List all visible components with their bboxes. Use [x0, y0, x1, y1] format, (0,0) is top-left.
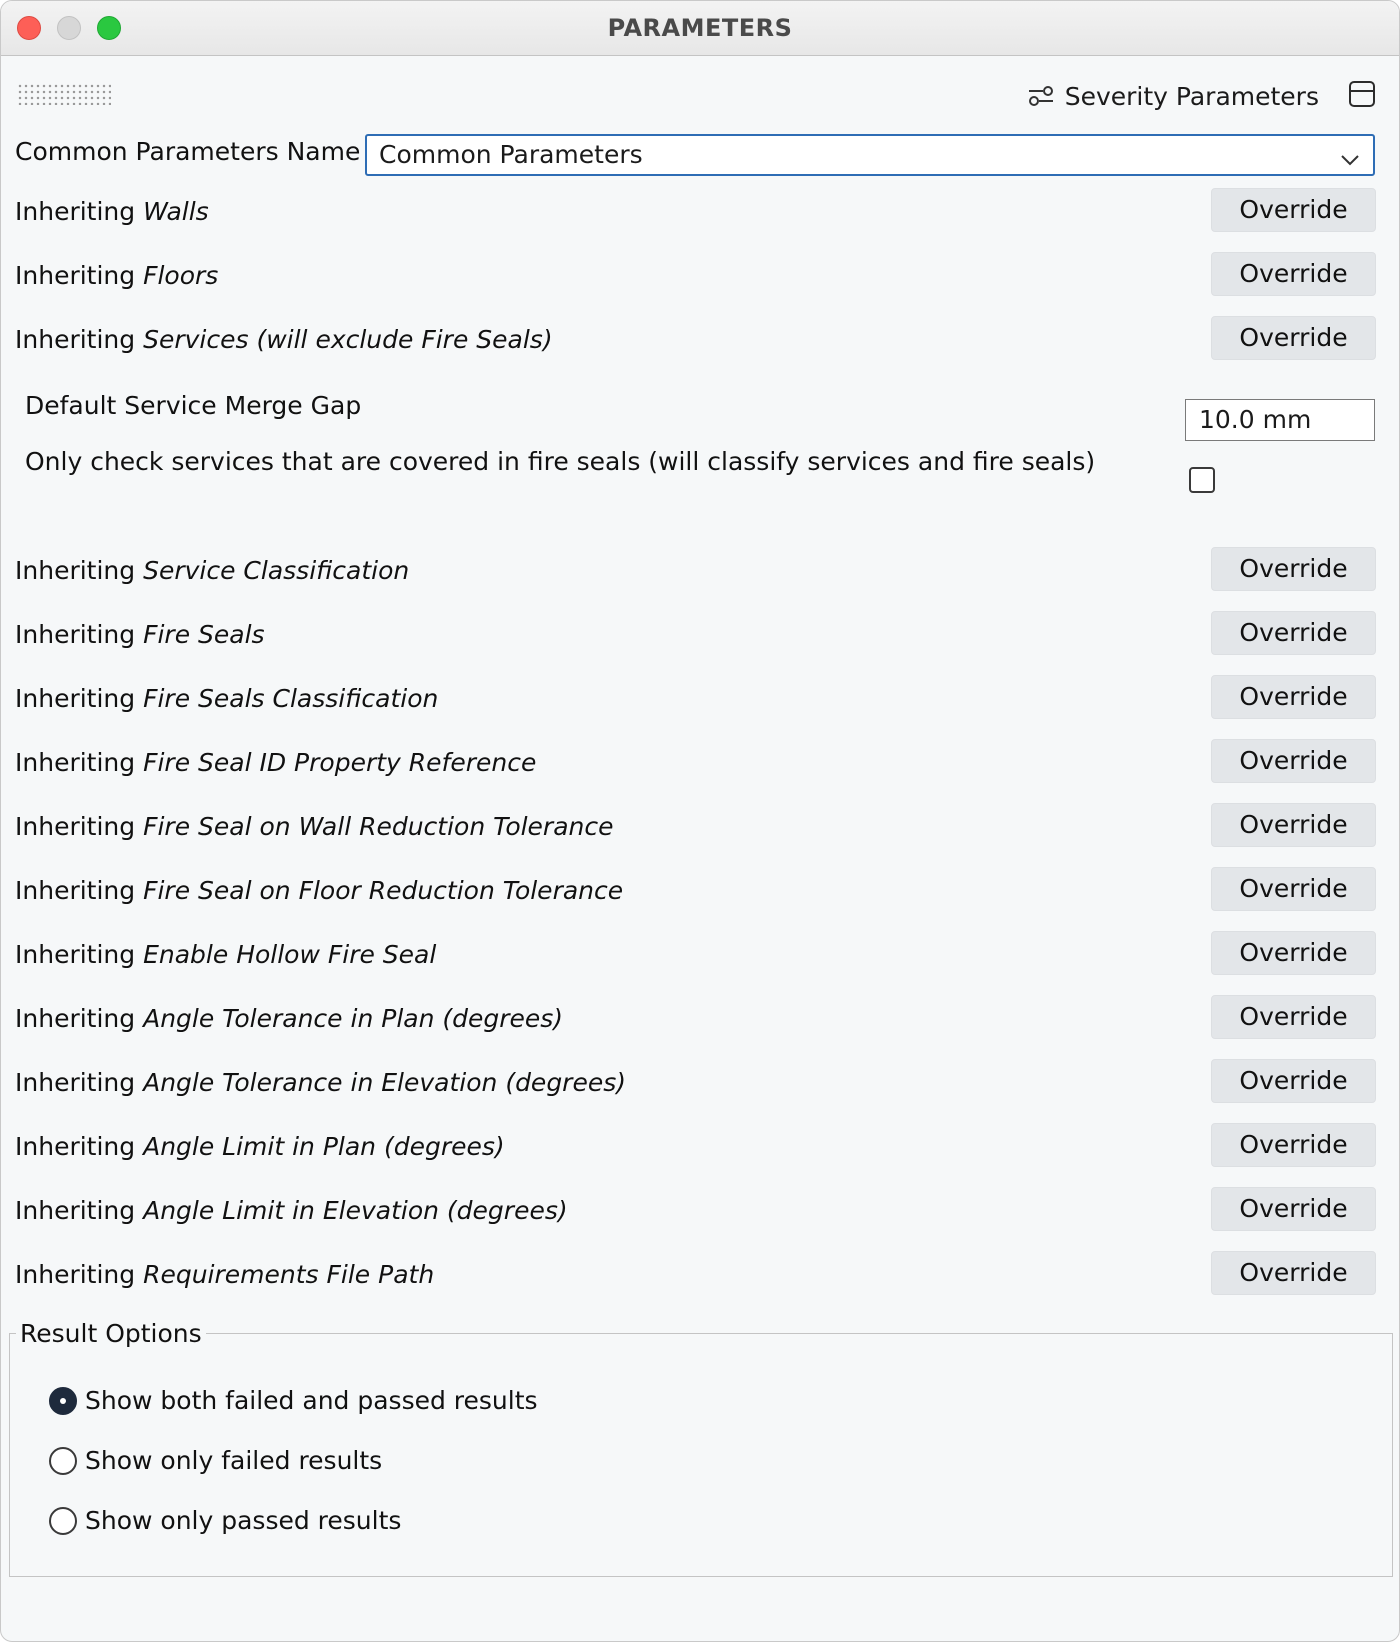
override-fire-seals-classification-button[interactable]: Override: [1211, 675, 1376, 719]
result-option-label: Show only failed results: [85, 1446, 383, 1475]
inherited-parameter-name: Angle Tolerance in Elevation (degrees): [143, 1068, 627, 1097]
inheriting-fire-seal-id-property-reference-label: Inheriting Fire Seal ID Property Referen…: [15, 748, 536, 777]
inheriting-prefix: Inheriting: [15, 1260, 136, 1289]
only-check-services-label: Only check services that are covered in …: [25, 447, 1096, 476]
override-angle-limit-in-elevation-degrees-button[interactable]: Override: [1211, 1187, 1376, 1231]
inheriting-prefix: Inheriting: [15, 748, 136, 777]
inherited-parameter-name: Fire Seal on Wall Reduction Tolerance: [143, 812, 614, 841]
common-parameters-selected: Common Parameters: [379, 140, 643, 169]
inheriting-prefix: Inheriting: [15, 556, 136, 585]
inheriting-prefix: Inheriting: [15, 620, 136, 649]
inheriting-angle-tolerance-in-plan-degrees-label: Inheriting Angle Tolerance in Plan (degr…: [15, 1004, 563, 1033]
inheriting-prefix: Inheriting: [15, 1196, 136, 1225]
inheriting-prefix: Inheriting: [15, 812, 136, 841]
override-angle-tolerance-in-elevation-degrees-button[interactable]: Override: [1211, 1059, 1376, 1103]
inheriting-fire-seal-on-wall-reduction-tolerance-label: Inheriting Fire Seal on Wall Reduction T…: [15, 812, 614, 841]
inheriting-angle-limit-in-plan-degrees-label: Inheriting Angle Limit in Plan (degrees): [15, 1132, 505, 1161]
inheriting-angle-tolerance-in-elevation-degrees-label: Inheriting Angle Tolerance in Elevation …: [15, 1068, 626, 1097]
inheriting-prefix: Inheriting: [15, 1132, 136, 1161]
title-bar: PARAMETERS: [1, 1, 1399, 56]
inheriting-prefix: Inheriting: [15, 1068, 136, 1097]
inheriting-prefix: Inheriting: [15, 197, 136, 226]
result-option-label: Show both failed and passed results: [85, 1386, 538, 1415]
panel-toggle-icon[interactable]: [1349, 81, 1375, 107]
inherited-parameter-name: Services (will exclude Fire Seals): [143, 325, 553, 354]
inheriting-prefix: Inheriting: [15, 940, 136, 969]
window-title: PARAMETERS: [607, 14, 793, 42]
override-fire-seal-on-floor-reduction-tolerance-button[interactable]: Override: [1211, 867, 1376, 911]
sliders-icon: [1027, 84, 1055, 108]
inheriting-prefix: Inheriting: [15, 1004, 136, 1033]
drag-handle-grip[interactable]: [17, 83, 111, 105]
override-angle-limit-in-plan-degrees-button[interactable]: Override: [1211, 1123, 1376, 1167]
inheriting-floors-label: Inheriting Floors: [15, 261, 218, 290]
override-walls-button[interactable]: Override: [1211, 188, 1376, 232]
merge-gap-input[interactable]: 10.0 mm: [1185, 399, 1375, 441]
inheriting-prefix: Inheriting: [15, 325, 136, 354]
inherited-parameter-name: Angle Tolerance in Plan (degrees): [143, 1004, 564, 1033]
radio-unselected-icon[interactable]: [49, 1506, 77, 1535]
severity-parameters-label: Severity Parameters: [1064, 81, 1319, 111]
override-requirements-file-path-button[interactable]: Override: [1211, 1251, 1376, 1295]
override-enable-hollow-fire-seal-button[interactable]: Override: [1211, 931, 1376, 975]
inherited-parameter-name: Enable Hollow Fire Seal: [143, 940, 437, 969]
inherited-parameter-name: Fire Seal ID Property Reference: [143, 748, 537, 777]
inherited-parameter-name: Service Classification: [143, 556, 410, 585]
inheriting-enable-hollow-fire-seal-label: Inheriting Enable Hollow Fire Seal: [15, 940, 436, 969]
only-check-services-checkbox[interactable]: [1189, 467, 1215, 493]
inherited-parameter-name: Fire Seals: [143, 620, 265, 649]
inheriting-walls-label: Inheriting Walls: [15, 197, 209, 226]
inheriting-prefix: Inheriting: [15, 684, 136, 713]
parameters-window: PARAMETERS Severity Parameters Common Pa…: [0, 0, 1400, 1642]
severity-parameters-button[interactable]: Severity Parameters: [1027, 79, 1319, 113]
inheriting-services-will-exclude-fire-seals-label: Inheriting Services (will exclude Fire S…: [15, 325, 553, 354]
inheriting-prefix: Inheriting: [15, 876, 136, 905]
inherited-parameter-name: Fire Seal on Floor Reduction Tolerance: [143, 876, 624, 905]
override-service-classification-button[interactable]: Override: [1211, 547, 1376, 591]
result-option-label: Show only passed results: [85, 1506, 402, 1535]
inheriting-service-classification-label: Inheriting Service Classification: [15, 556, 409, 585]
override-angle-tolerance-in-plan-degrees-button[interactable]: Override: [1211, 995, 1376, 1039]
inheriting-fire-seals-classification-label: Inheriting Fire Seals Classification: [15, 684, 438, 713]
result-option-show-only-passed-results[interactable]: Show only passed results: [49, 1506, 401, 1535]
inheriting-fire-seal-on-floor-reduction-tolerance-label: Inheriting Fire Seal on Floor Reduction …: [15, 876, 623, 905]
common-parameters-name-label: Common Parameters Name: [15, 137, 361, 166]
common-parameters-dropdown[interactable]: Common Parameters: [365, 134, 1375, 176]
result-options-legend: Result Options: [20, 1319, 202, 1348]
inherited-parameter-name: Floors: [143, 261, 219, 290]
inherited-parameter-name: Walls: [143, 197, 209, 226]
override-services-will-exclude-fire-seals-button[interactable]: Override: [1211, 316, 1376, 360]
inheriting-prefix: Inheriting: [15, 261, 136, 290]
result-option-show-both-failed-and-passed-results[interactable]: Show both failed and passed results: [49, 1386, 538, 1415]
inheriting-requirements-file-path-label: Inheriting Requirements File Path: [15, 1260, 434, 1289]
override-fire-seals-button[interactable]: Override: [1211, 611, 1376, 655]
inheriting-fire-seals-label: Inheriting Fire Seals: [15, 620, 265, 649]
inherited-parameter-name: Fire Seals Classification: [143, 684, 439, 713]
inherited-parameter-name: Angle Limit in Elevation (degrees): [143, 1196, 568, 1225]
radio-selected-icon[interactable]: [49, 1386, 77, 1415]
inheriting-angle-limit-in-elevation-degrees-label: Inheriting Angle Limit in Elevation (deg…: [15, 1196, 568, 1225]
inherited-parameter-name: Angle Limit in Plan (degrees): [143, 1132, 505, 1161]
radio-unselected-icon[interactable]: [49, 1446, 77, 1475]
chevron-down-icon: [1339, 144, 1361, 182]
override-floors-button[interactable]: Override: [1211, 252, 1376, 296]
inherited-parameter-name: Requirements File Path: [143, 1260, 435, 1289]
override-fire-seal-id-property-reference-button[interactable]: Override: [1211, 739, 1376, 783]
result-option-show-only-failed-results[interactable]: Show only failed results: [49, 1446, 382, 1475]
merge-gap-label: Default Service Merge Gap: [25, 391, 362, 420]
override-fire-seal-on-wall-reduction-tolerance-button[interactable]: Override: [1211, 803, 1376, 847]
